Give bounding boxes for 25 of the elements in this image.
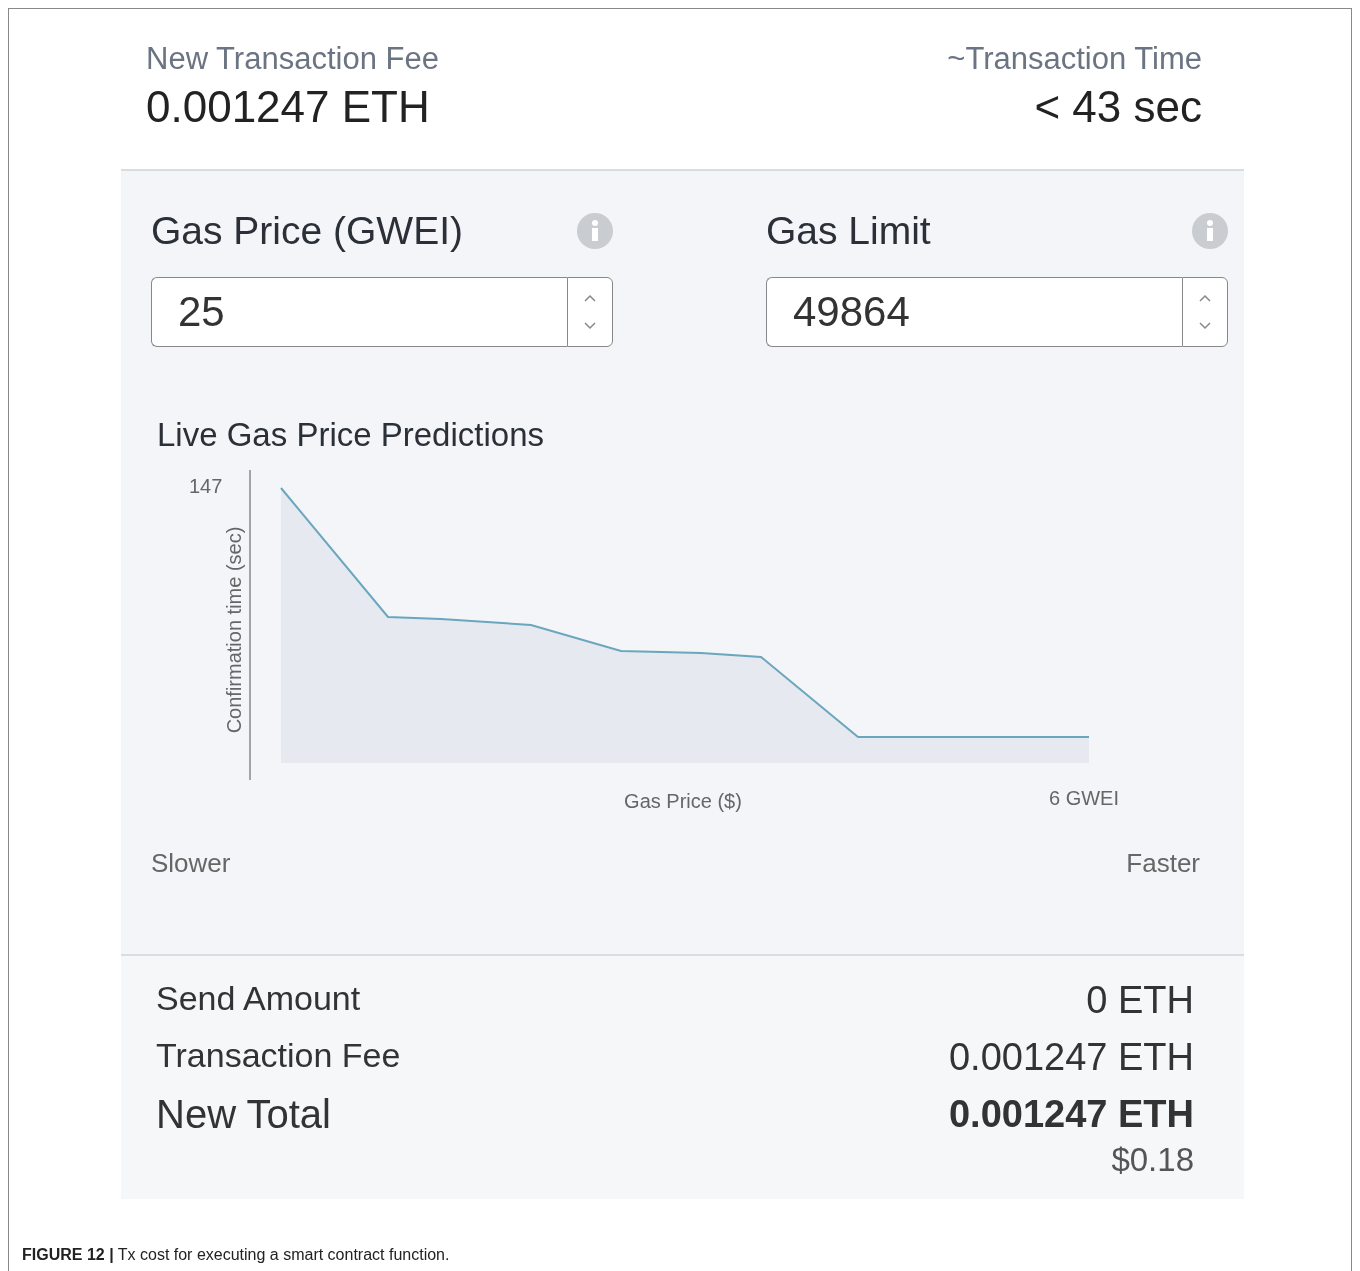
- y-tick-label: 147: [189, 475, 223, 497]
- fee-label: New Transaction Fee: [146, 40, 439, 78]
- field-label: Gas Limit: [766, 207, 931, 254]
- figure-caption: FIGURE 12 | Tx cost for executing a smart contract function.: [22, 1245, 450, 1265]
- time-value: < 43 sec: [1034, 81, 1202, 133]
- total-value: 0.001247 ETH: [948, 1092, 1194, 1137]
- summary-value: 0 ETH: [1086, 978, 1194, 1023]
- spinner-icon[interactable]: [582, 292, 598, 332]
- x-axis-label: Gas Price ($): [624, 790, 742, 812]
- fiat-value: $0.18: [1111, 1140, 1194, 1180]
- summary-label: Send Amount: [156, 978, 361, 1019]
- slower-label: Slower: [151, 847, 231, 879]
- x-end-label: 6 GWEI: [1049, 787, 1119, 809]
- fee-value: 0.001247 ETH: [146, 81, 431, 133]
- summary-value: 0.001247 ETH: [948, 1035, 1194, 1080]
- summary-label: New Total: [156, 1091, 331, 1138]
- spinner-icon[interactable]: [1197, 292, 1213, 332]
- y-axis-label: Confirmation time (sec): [223, 526, 245, 734]
- field-label: Gas Price (GWEI): [151, 207, 464, 254]
- summary-label: Transaction Fee: [156, 1035, 401, 1076]
- number-field[interactable]: 49864: [766, 277, 1182, 347]
- time-label: ~Transaction Time: [947, 40, 1202, 78]
- number-field[interactable]: 25: [151, 277, 567, 347]
- chart-title: Live Gas Price Predictions: [157, 415, 545, 455]
- faster-label: Faster: [1126, 847, 1200, 879]
